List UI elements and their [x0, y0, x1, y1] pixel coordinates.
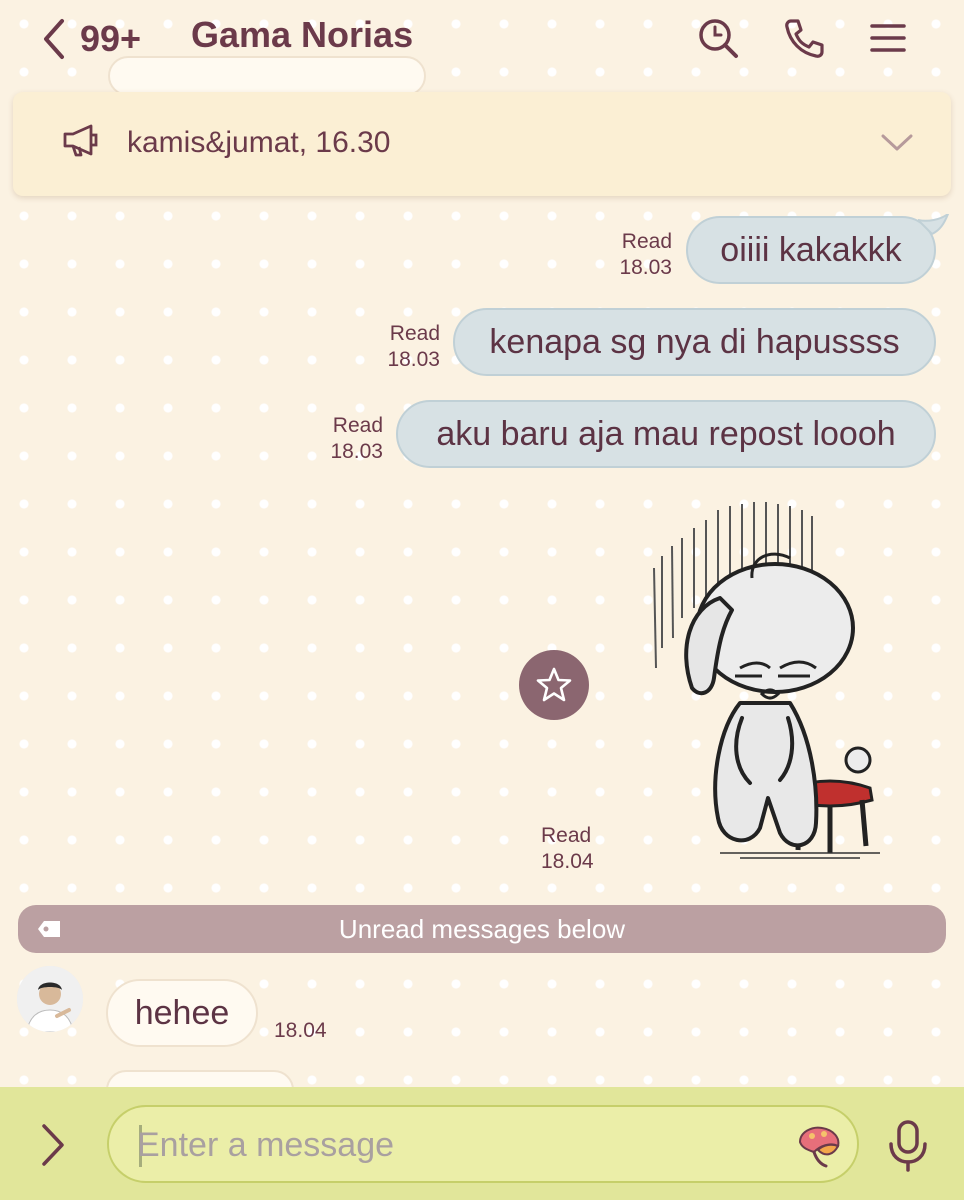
message-input-wrapper — [107, 1105, 859, 1183]
message-time: 18.04 — [274, 1019, 327, 1042]
outgoing-message-bubble[interactable]: kenapa sg nya di hapussss — [453, 308, 936, 376]
contact-photo — [17, 966, 83, 1032]
outgoing-message-bubble[interactable]: aku baru aja mau repost loooh — [396, 400, 936, 468]
star-icon — [536, 667, 572, 702]
announcement-text: kamis&jumat, 16.30 — [127, 126, 391, 159]
incoming-message-bubble[interactable]: hehee — [106, 979, 258, 1047]
search-icon — [699, 19, 738, 58]
unread-count-badge: 99+ — [80, 18, 142, 59]
chevron-down-icon[interactable] — [879, 130, 915, 154]
announcement-banner[interactable]: kamis&jumat, 16.30 — [13, 92, 951, 196]
message-text: hehee — [134, 993, 230, 1032]
message-text: aku baru aja mau repost loooh — [436, 414, 896, 453]
read-status: Read — [621, 230, 672, 253]
message-time: 18.03 — [619, 256, 672, 279]
chevron-right-icon[interactable] — [32, 1120, 74, 1170]
favorite-sticker-button[interactable] — [519, 650, 589, 720]
unread-label: Unread messages below — [338, 913, 626, 944]
message-meta: Read 18.03 — [608, 229, 672, 281]
outgoing-message-bubble[interactable]: oiiii kakakkk — [686, 216, 936, 284]
microphone-icon[interactable] — [884, 1118, 932, 1174]
message-meta: Read 18.03 — [319, 413, 383, 465]
message-input[interactable] — [137, 1121, 777, 1169]
sticker-meta: Read 18.04 — [541, 823, 611, 875]
read-status: Read — [332, 414, 383, 437]
menu-icon — [870, 24, 906, 52]
unread-messages-divider: Unread messages below — [18, 905, 946, 953]
menu-button[interactable] — [864, 14, 912, 62]
tag-icon — [38, 921, 60, 937]
avatar[interactable] — [17, 966, 83, 1032]
emoji-icon[interactable] — [794, 1120, 844, 1170]
message-time: 18.03 — [330, 440, 383, 463]
read-status: Read — [541, 824, 592, 847]
bubble-tail — [918, 214, 950, 236]
message-text: oiiii kakakkk — [720, 230, 902, 269]
read-status: Read — [389, 322, 440, 345]
sad-rabbit-sticker[interactable] — [640, 498, 890, 868]
chat-title: Gama Norias — [191, 14, 414, 55]
message-meta: Read 18.03 — [376, 321, 440, 373]
message-text: kenapa sg nya di hapussss — [489, 322, 900, 361]
message-time: 18.04 — [541, 850, 594, 873]
call-button[interactable] — [780, 14, 828, 62]
search-button[interactable] — [694, 14, 742, 62]
previous-message-bubble — [108, 56, 426, 96]
phone-icon — [785, 19, 824, 58]
back-chevron-icon — [44, 19, 64, 59]
megaphone-icon — [63, 124, 98, 157]
message-time: 18.03 — [387, 348, 440, 371]
